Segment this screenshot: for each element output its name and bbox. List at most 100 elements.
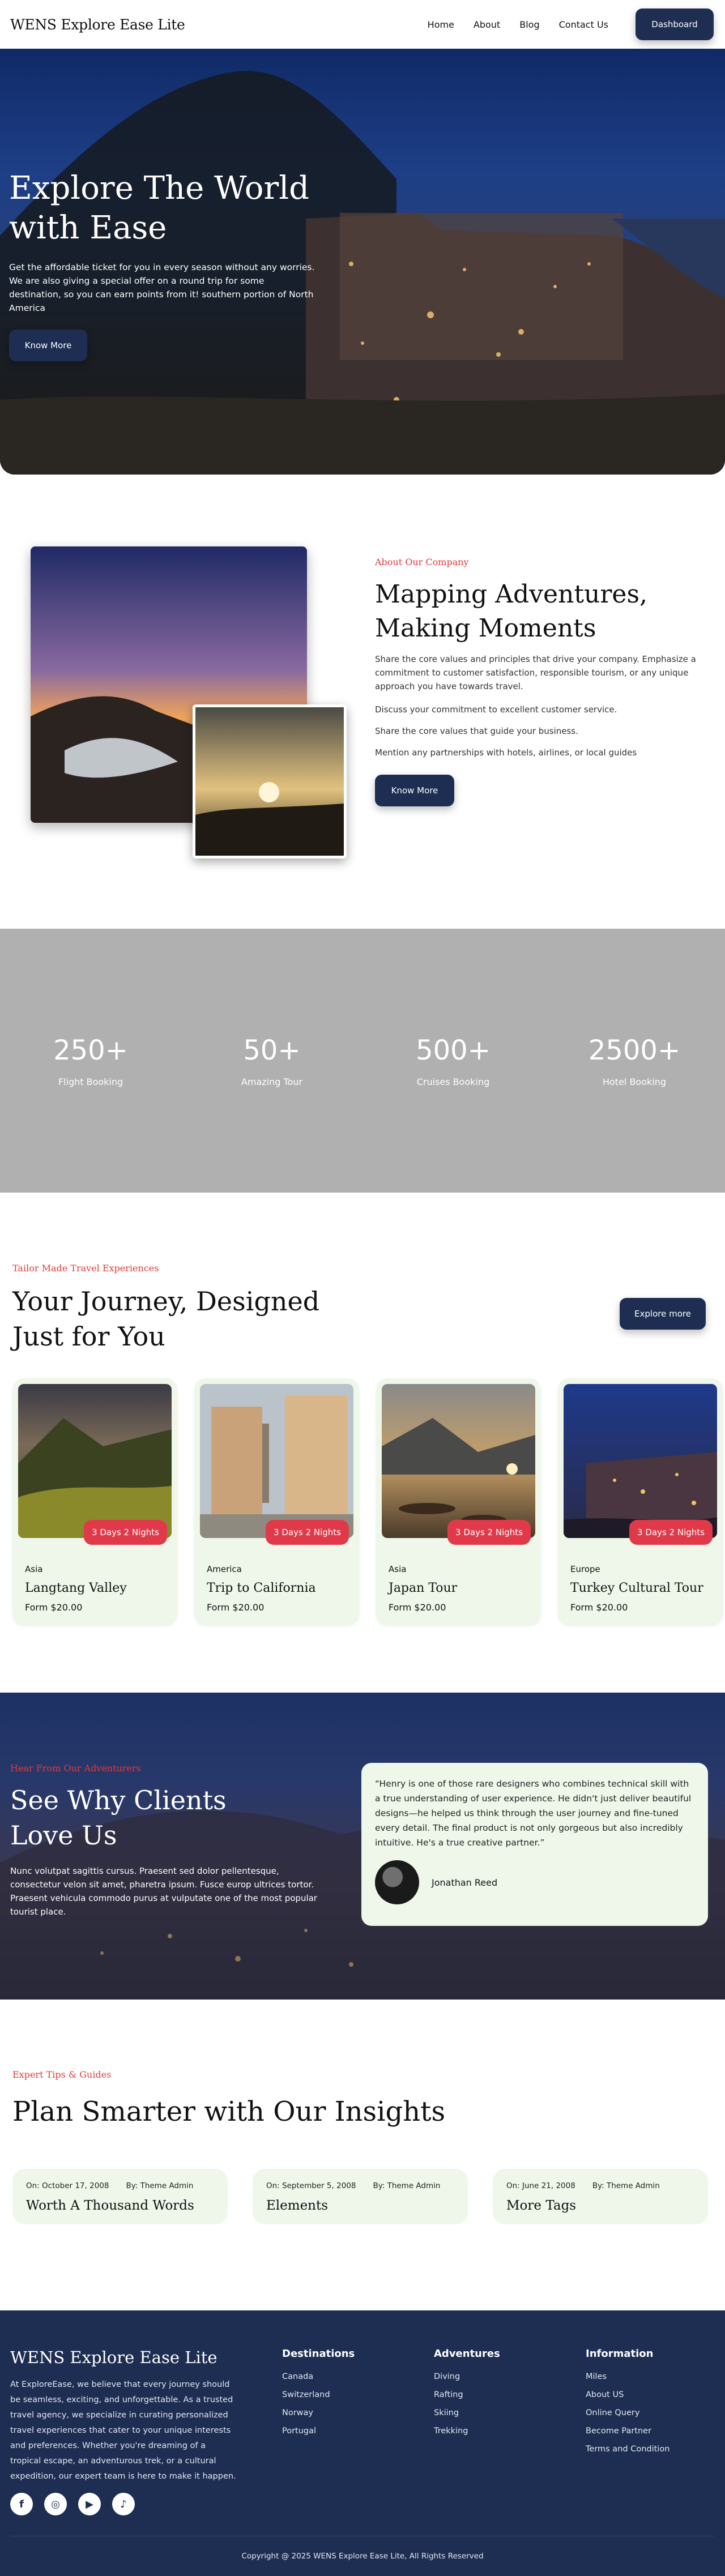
nav-about[interactable]: About (474, 19, 500, 30)
hero-title-line1: Explore The World (9, 170, 310, 207)
about-paragraph: Share the core values and principles tha… (375, 654, 696, 691)
post-date: On: June 21, 2008 (506, 2181, 575, 2190)
hero-text: Get the affordable ticket for you in eve… (9, 262, 315, 313)
post-author[interactable]: By: Theme Admin (592, 2181, 660, 2190)
about-know-more-button[interactable]: Know More (375, 775, 454, 806)
post-title[interactable]: More Tags (506, 2198, 694, 2213)
explore-more-button[interactable]: Explore more (620, 1298, 706, 1330)
nav-blog[interactable]: Blog (519, 19, 539, 30)
tour-photo-art (382, 1384, 535, 1538)
hero-title-line2: with Ease (9, 210, 167, 246)
about-line-2: Share the core values that guide your bu… (375, 726, 578, 736)
tour-title[interactable]: Trip to California (200, 1581, 353, 1595)
hero-know-more-button[interactable]: Know More (9, 330, 87, 361)
tour-title[interactable]: Japan Tour (382, 1581, 535, 1595)
post-author[interactable]: By: Theme Admin (373, 2181, 440, 2190)
stat-tour: 50+ Amazing Tour (204, 1035, 340, 1087)
site-logo[interactable]: WENS Explore Ease Lite (10, 16, 185, 33)
blog-posts: On: October 17, 2008 By: Theme Admin Wor… (12, 2169, 713, 2224)
footer-col-adventures: Adventures Diving Rafting Skiing Trekkin… (434, 2348, 500, 2445)
tour-title[interactable]: Turkey Cultural Tour (564, 1581, 717, 1595)
tour-duration-badge: 3 Days 2 Nights (629, 1520, 713, 1545)
facebook-icon[interactable]: f (10, 2493, 33, 2515)
social-links: f ◎ ▶ ♪ (10, 2493, 135, 2515)
hero-title: Explore The World with Ease (9, 169, 326, 248)
testimonials-intro: Hear From Our Adventurers See Why Client… (10, 1763, 327, 1919)
footer-link[interactable]: Skiing (434, 2408, 500, 2417)
footer-link[interactable]: Online Query (586, 2408, 669, 2417)
stat-cruises: 500+ Cruises Booking (385, 1035, 521, 1087)
testimonials-title-line1: See Why Clients (10, 1785, 227, 1815)
stat-label: Flight Booking (58, 1076, 123, 1087)
footer-link[interactable]: Rafting (434, 2390, 500, 2399)
testimonial-author: Jonathan Reed (375, 1860, 694, 1904)
tour-photo-art (564, 1384, 717, 1538)
stat-label: Amazing Tour (241, 1076, 303, 1087)
footer-logo[interactable]: WENS Explore Ease Lite (10, 2348, 218, 2367)
tour-card[interactable]: 3 Days 2 Nights America Trip to Californ… (194, 1378, 359, 1625)
footer-col-destinations: Destinations Canada Switzerland Norway P… (282, 2348, 355, 2445)
stat-value: 50+ (243, 1034, 301, 1066)
about-eyebrow: About Our Company (375, 557, 469, 567)
post-meta: On: October 17, 2008 By: Theme Admin (26, 2181, 214, 2190)
dashboard-button[interactable]: Dashboard (636, 8, 714, 40)
tour-card[interactable]: 3 Days 2 Nights Europe Turkey Cultural T… (558, 1378, 723, 1625)
tour-price: Form $20.00 (25, 1602, 83, 1613)
main-nav: Home About Blog Contact Us Dashboard (428, 8, 714, 40)
instagram-icon[interactable]: ◎ (44, 2493, 67, 2515)
footer-col-title: Information (586, 2348, 654, 2360)
footer-link[interactable]: Become Partner (586, 2427, 669, 2436)
about-title: Mapping Adventures, Making Moments (375, 580, 648, 643)
footer-link[interactable]: Trekking (434, 2427, 500, 2436)
footer-link[interactable]: Switzerland (282, 2390, 355, 2399)
post-date: On: October 17, 2008 (26, 2181, 109, 2190)
nav-contact[interactable]: Contact Us (559, 19, 608, 30)
testimonials-title: See Why Clients Love Us (10, 1783, 327, 1853)
hero-content: Explore The World with Ease Get the affo… (9, 169, 326, 361)
footer-link[interactable]: Diving (434, 2372, 500, 2381)
tour-region: Europe (570, 1564, 600, 1574)
tour-card[interactable]: 3 Days 2 Nights Asia Langtang Valley For… (12, 1378, 177, 1625)
tour-region: Asia (389, 1564, 407, 1574)
blog-post-card[interactable]: On: October 17, 2008 By: Theme Admin Wor… (12, 2169, 228, 2224)
tours-title: Your Journey, Designed Just for You (12, 1286, 320, 1352)
footer-link[interactable]: Portugal (282, 2427, 355, 2436)
tour-photo-california (200, 1384, 353, 1538)
tour-cards: 3 Days 2 Nights Asia Langtang Valley For… (12, 1378, 723, 1625)
footer-link[interactable]: Norway (282, 2408, 355, 2417)
footer-link[interactable]: Canada (282, 2372, 355, 2381)
tour-card[interactable]: 3 Days 2 Nights Asia Japan Tour Form $20… (376, 1378, 541, 1625)
nav-home[interactable]: Home (428, 19, 454, 30)
tour-photo-japan (382, 1384, 535, 1538)
author-name: Jonathan Reed (432, 1877, 498, 1888)
tour-duration-badge: 3 Days 2 Nights (447, 1520, 531, 1545)
hero-section: Explore The World with Ease Get the affo… (0, 49, 725, 475)
post-author[interactable]: By: Theme Admin (126, 2181, 193, 2190)
tiktok-icon[interactable]: ♪ (112, 2493, 135, 2515)
youtube-icon[interactable]: ▶ (78, 2493, 101, 2515)
stat-flight: 250+ Flight Booking (23, 1035, 159, 1087)
insights-header: Expert Tips & Guides Plan Smarter with O… (12, 2069, 445, 2128)
testimonial-card: “Henry is one of those rare designers wh… (361, 1763, 708, 1926)
blog-post-card[interactable]: On: September 5, 2008 By: Theme Admin El… (253, 2169, 468, 2224)
post-title[interactable]: Worth A Thousand Words (26, 2198, 214, 2213)
tour-photo-turkey (564, 1384, 717, 1538)
footer-about-text: At ExploreEase, we believe that every jo… (10, 2380, 236, 2481)
post-title[interactable]: Elements (266, 2198, 454, 2213)
blog-post-card[interactable]: On: June 21, 2008 By: Theme Admin More T… (493, 2169, 708, 2224)
post-date: On: September 5, 2008 (266, 2181, 356, 2190)
tour-region: Asia (25, 1564, 43, 1574)
stat-value: 250+ (53, 1034, 128, 1066)
footer-col-title: Destinations (282, 2348, 355, 2360)
tour-price: Form $20.00 (570, 1602, 628, 1613)
tour-title[interactable]: Langtang Valley (18, 1581, 172, 1595)
post-meta: On: September 5, 2008 By: Theme Admin (266, 2181, 454, 2190)
tour-photo-langtang (18, 1384, 172, 1538)
tour-photo-art (200, 1384, 353, 1538)
footer-link[interactable]: Terms and Condition (586, 2445, 669, 2454)
about-balloons-image (193, 704, 347, 858)
footer-link[interactable]: About US (586, 2390, 669, 2399)
footer-link[interactable]: Miles (586, 2372, 669, 2381)
insights-eyebrow: Expert Tips & Guides (12, 2069, 112, 2080)
tours-eyebrow: Tailor Made Travel Experiences (12, 1263, 159, 1274)
